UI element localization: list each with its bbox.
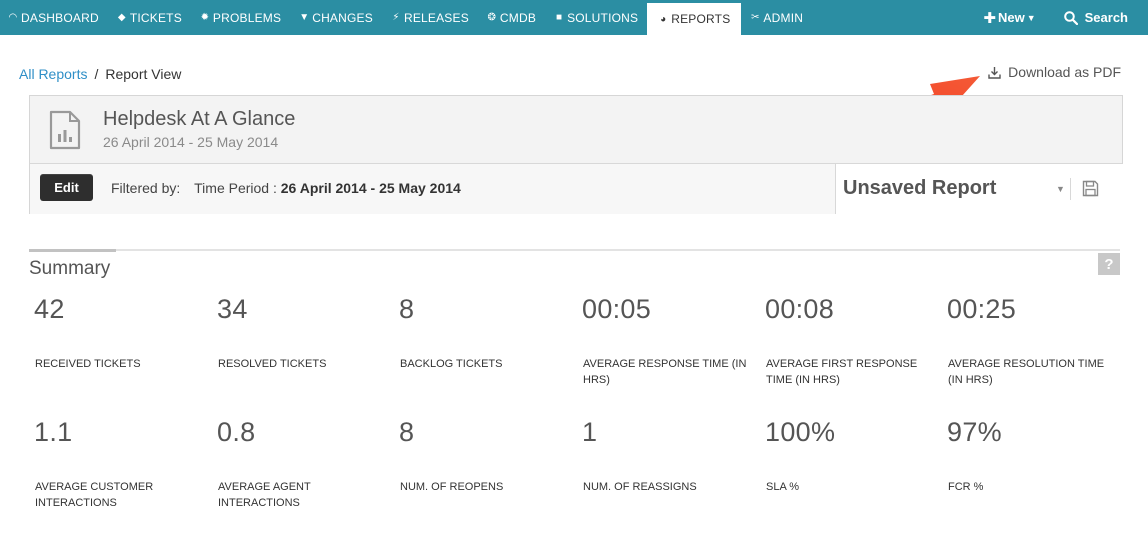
saved-report-label: Unsaved Report (843, 177, 997, 199)
breadcrumb: All Reports / Report View (19, 66, 181, 82)
nav-changes-label: CHANGES (312, 10, 373, 25)
nav-cmdb-label: CMDB (499, 10, 537, 25)
time-period-label: Time Period : (194, 180, 277, 196)
filter-summary: Filtered by: Time Period : 26 April 2014… (111, 180, 461, 196)
nav-problems[interactable]: ✹ PROBLEMS (191, 0, 290, 35)
metric-avg-customer-interactions: 1.1 AVERAGE CUSTOMER INTERACTIONS (34, 417, 204, 509)
metric-label: RECEIVED TICKETS (35, 358, 141, 370)
search-icon (1063, 10, 1078, 25)
nav-admin-label: ADMIN (763, 10, 804, 25)
nav-admin[interactable]: ✂ ADMIN (741, 0, 812, 35)
filtered-by-label: Filtered by: (111, 180, 181, 196)
nav-right: ✚ New ▼ Search (969, 0, 1148, 35)
caret-down-icon: ▼ (1026, 12, 1036, 23)
metric-fcr: 97% FCR % (947, 417, 1117, 493)
nav-dashboard-label: DASHBOARD (21, 10, 99, 25)
divider (1070, 178, 1071, 200)
metric-value: 100% (765, 417, 836, 447)
breadcrumb-current: Report View (105, 66, 182, 82)
metric-value: 8 (399, 417, 415, 447)
nav-releases[interactable]: ⚡ RELEASES (382, 0, 478, 35)
metric-value: 97% (947, 417, 1002, 447)
report-title: Helpdesk At A Glance (103, 108, 296, 130)
nav-problems-label: PROBLEMS (212, 10, 282, 25)
metric-label: NUM. OF REOPENS (400, 481, 504, 493)
shield-icon: ▼ (299, 12, 310, 23)
summary-divider (29, 249, 1120, 251)
bolt-icon: ⚡ (392, 12, 400, 23)
nav-reports-label: REPORTS (671, 12, 731, 26)
metric-label: NUM. OF REASSIGNS (583, 481, 697, 493)
metric-label: AVERAGE RESPONSE TIME (IN HRS) (583, 358, 747, 386)
ticket-icon: ◆ (117, 12, 126, 23)
nav-solutions-label: SOLUTIONS (567, 10, 639, 25)
search-label: Search (1084, 10, 1128, 25)
metric-value: 34 (217, 294, 248, 324)
download-pdf-button[interactable]: Download as PDF (988, 64, 1121, 80)
metric-label: AVERAGE CUSTOMER INTERACTIONS (35, 481, 154, 509)
metric-label: AVERAGE AGENT INTERACTIONS (218, 481, 311, 509)
metric-sla: 100% SLA % (765, 417, 935, 493)
metric-resolved-tickets: 34 RESOLVED TICKETS (217, 294, 387, 370)
metric-label: RESOLVED TICKETS (218, 358, 327, 370)
metric-avg-response-time: 00:05 AVERAGE RESPONSE TIME (IN HRS) (582, 294, 752, 386)
metric-avg-resolution-time: 00:25 AVERAGE RESOLUTION TIME (IN HRS) (947, 294, 1117, 386)
metric-num-reopens: 8 NUM. OF REOPENS (399, 417, 569, 493)
metric-value: 8 (399, 294, 415, 324)
metric-avg-agent-interactions: 0.8 AVERAGE AGENT INTERACTIONS (217, 417, 387, 509)
report-header: Helpdesk At A Glance 26 April 2014 - 25 … (29, 95, 1123, 214)
report-filter-bar: Edit Filtered by: Time Period : 26 April… (30, 164, 1123, 214)
metric-avg-first-response-time: 00:08 AVERAGE FIRST RESPONSE TIME (IN HR… (765, 294, 935, 386)
metric-value: 42 (34, 294, 65, 324)
metric-label: BACKLOG TICKETS (400, 358, 503, 370)
report-title-area: Helpdesk At A Glance 26 April 2014 - 25 … (30, 96, 1122, 164)
nav-reports[interactable]: ◕ REPORTS (647, 3, 742, 35)
metric-label: AVERAGE RESOLUTION TIME (IN HRS) (948, 358, 1105, 386)
report-date-range: 26 April 2014 - 25 May 2014 (103, 134, 279, 150)
metric-received-tickets: 42 RECEIVED TICKETS (34, 294, 204, 370)
search-button[interactable]: Search (1050, 0, 1148, 35)
nav-cmdb[interactable]: ❂ CMDB (478, 0, 545, 35)
time-period-value: 26 April 2014 - 25 May 2014 (280, 180, 461, 196)
save-icon[interactable] (1082, 180, 1099, 197)
summary-divider-accent (29, 249, 116, 252)
help-button[interactable]: ? (1098, 253, 1120, 275)
bug-icon: ✹ (200, 12, 210, 23)
pie-icon: ◕ (660, 13, 667, 25)
download-label: Download as PDF (1008, 64, 1121, 80)
new-button[interactable]: ✚ New ▼ (969, 0, 1049, 35)
nav-tickets-label: TICKETS (129, 10, 182, 25)
metric-value: 1 (582, 417, 598, 447)
metric-value: 00:25 (947, 294, 1017, 324)
gauge-icon: ◠ (8, 12, 18, 23)
breadcrumb-separator: / (94, 66, 99, 82)
nav-dashboard[interactable]: ◠ DASHBOARD (0, 0, 108, 35)
tools-icon: ✂ (751, 12, 760, 23)
top-nav: ◠ DASHBOARD ◆ TICKETS ✹ PROBLEMS ▼ CHANG… (0, 0, 1148, 35)
nav-solutions[interactable]: ■ SOLUTIONS (545, 0, 647, 35)
nav-releases-label: RELEASES (403, 10, 469, 25)
metric-label: SLA % (766, 481, 800, 493)
report-document-icon (49, 110, 81, 150)
download-icon (988, 66, 1001, 79)
nav-changes[interactable]: ▼ CHANGES (290, 0, 382, 35)
cubes-icon: ❂ (487, 12, 497, 23)
new-label: New (997, 10, 1025, 25)
breadcrumb-all-reports[interactable]: All Reports (19, 66, 87, 82)
metric-label: AVERAGE FIRST RESPONSE TIME (IN HRS) (766, 358, 918, 386)
metric-num-reassigns: 1 NUM. OF REASSIGNS (582, 417, 752, 493)
metric-value: 00:05 (582, 294, 652, 324)
summary-title: Summary (29, 258, 111, 279)
book-icon: ■ (555, 12, 563, 23)
saved-report-select[interactable]: Unsaved Report ▼ (835, 164, 1123, 214)
nav-tickets[interactable]: ◆ TICKETS (108, 0, 191, 35)
plus-icon: ✚ (983, 9, 996, 27)
edit-button[interactable]: Edit (40, 174, 93, 201)
metric-value: 0.8 (217, 417, 256, 447)
metric-value: 1.1 (34, 417, 73, 447)
caret-down-icon: ▼ (1056, 184, 1065, 194)
metric-value: 00:08 (765, 294, 835, 324)
metric-backlog-tickets: 8 BACKLOG TICKETS (399, 294, 569, 370)
metric-label: FCR % (948, 481, 984, 493)
